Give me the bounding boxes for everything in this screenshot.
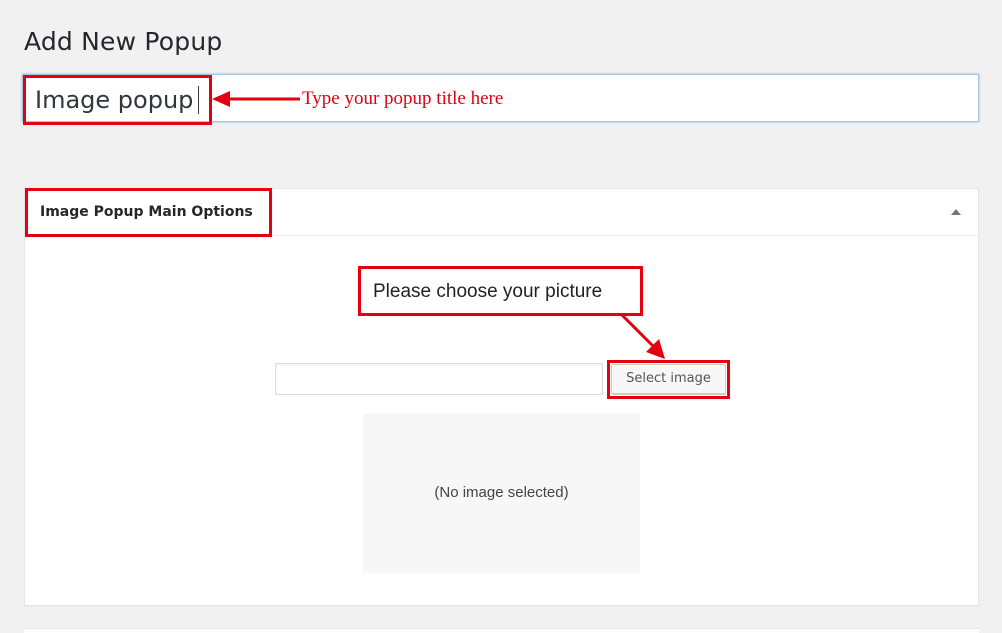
title-annotation-label: Type your popup title here bbox=[302, 88, 504, 109]
choose-picture-label: Please choose your picture bbox=[373, 281, 603, 302]
triangle-up-icon[interactable] bbox=[949, 205, 963, 219]
image-url-input[interactable] bbox=[275, 363, 603, 395]
metabox-title: Image Popup Main Options bbox=[40, 204, 253, 220]
next-panel-edge bbox=[24, 628, 979, 633]
metabox-header[interactable]: Image Popup Main Options bbox=[25, 189, 978, 236]
page-title: Add New Popup bbox=[24, 27, 223, 56]
image-preview-area: (No image selected) bbox=[363, 414, 640, 573]
popup-title-value[interactable]: Image popup bbox=[35, 84, 193, 116]
no-image-text: (No image selected) bbox=[434, 484, 569, 501]
select-image-button[interactable]: Select image bbox=[611, 364, 726, 394]
text-caret bbox=[198, 86, 199, 114]
